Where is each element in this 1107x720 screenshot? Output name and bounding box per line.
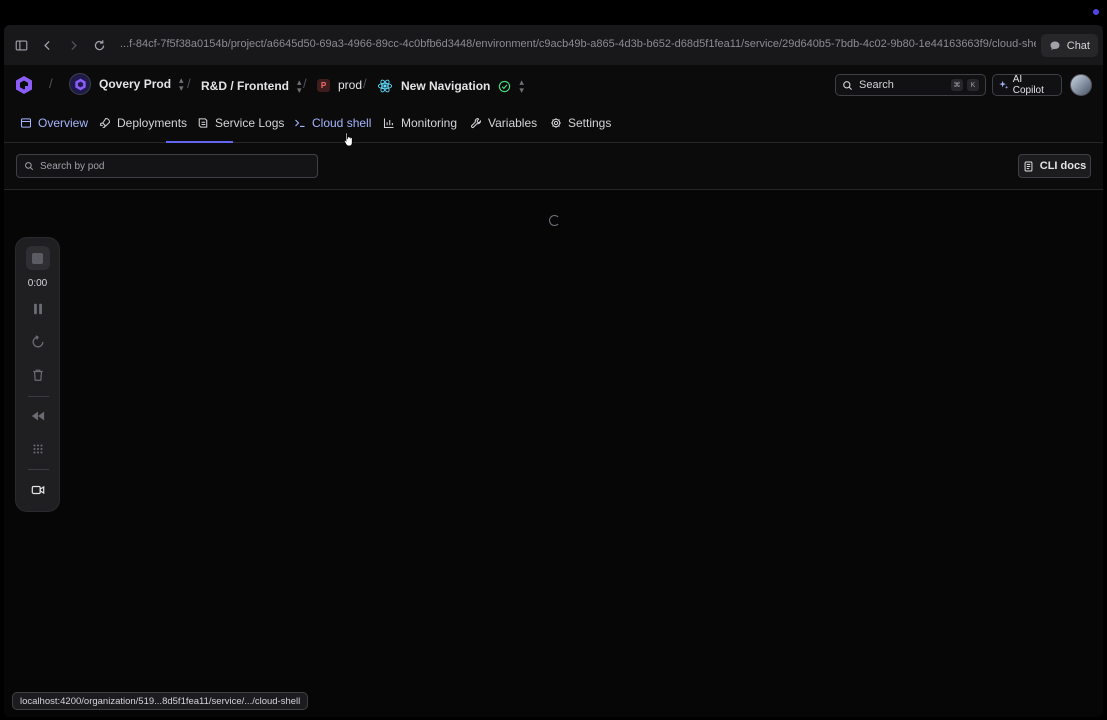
cli-docs-button[interactable]: CLI docs	[1018, 154, 1091, 178]
tab-label: Overview	[38, 116, 89, 130]
cloud-shell-toolbar: CLI docs	[4, 143, 1103, 190]
mouse-cursor-icon	[343, 132, 353, 147]
pause-button[interactable]	[16, 302, 59, 316]
organization-selector[interactable]: Qovery Prod ▴ ▾	[69, 73, 184, 95]
tab-service-logs[interactable]: Service Logs	[197, 116, 284, 130]
terminal-area[interactable]	[4, 190, 1103, 717]
divider	[28, 396, 49, 397]
service-selector[interactable]: New Navigation ▴ ▾	[377, 77, 524, 95]
notification-dot	[1093, 9, 1099, 15]
camera-button[interactable]	[16, 483, 59, 497]
reload-icon[interactable]	[86, 25, 112, 65]
pod-search	[16, 154, 318, 178]
status-url-tooltip: localhost:4200/organization/519...8d5f1f…	[12, 692, 309, 710]
cli-docs-label: CLI docs	[1039, 160, 1087, 172]
stop-recording-button[interactable]	[16, 246, 59, 270]
loading-spinner-icon	[549, 215, 560, 226]
ai-copilot-label: AI Copilot	[1012, 74, 1044, 96]
ai-copilot-button[interactable]: AI Copilot	[992, 74, 1062, 96]
shortcut-key: K	[967, 79, 979, 91]
restart-button[interactable]	[16, 335, 59, 349]
search-icon	[25, 162, 34, 171]
document-icon	[1024, 161, 1033, 171]
status-check-icon	[499, 80, 511, 92]
stop-icon	[25, 246, 50, 270]
delete-button[interactable]	[16, 368, 59, 382]
timer-text: 0:00	[27, 278, 48, 289]
chevron-updown-icon: ▴ ▾	[179, 75, 184, 93]
terminal-icon	[295, 119, 305, 127]
wrench-icon	[471, 117, 482, 128]
forward-icon[interactable]	[60, 25, 86, 65]
sparkle-icon	[999, 80, 1009, 89]
tab-cloud-shell[interactable]: Cloud shell	[294, 116, 371, 130]
chat-label: Chat	[1066, 39, 1090, 52]
breadcrumb-separator: /	[187, 76, 191, 91]
project-name: R&D / Frontend	[201, 79, 289, 93]
browser-toolbar: ...f-84cf-7f5f38a0154b/project/a6645d50-…	[4, 25, 1103, 65]
tab-label: Monitoring	[401, 116, 458, 130]
tab-label: Service Logs	[215, 116, 285, 130]
tab-label: Settings	[568, 116, 612, 130]
chart-icon	[383, 118, 394, 129]
chat-icon	[1050, 41, 1060, 50]
service-tabs: Overview Deployments Service Logs Cloud …	[4, 105, 1103, 143]
sidebar-toggle-icon[interactable]	[8, 25, 34, 65]
rewind-button[interactable]	[16, 409, 59, 423]
organization-name: Qovery Prod	[99, 77, 172, 91]
project-selector[interactable]: R&D / Frontend ▴ ▾	[201, 77, 302, 95]
environment-selector[interactable]: P prod	[317, 78, 362, 92]
browser-window: ...f-84cf-7f5f38a0154b/project/a6645d50-…	[4, 25, 1103, 717]
screen-recorder-panel: 0:00	[15, 237, 60, 512]
pod-search-input[interactable]	[40, 160, 300, 172]
react-icon	[377, 79, 393, 93]
restart-icon	[32, 335, 43, 348]
trash-icon	[32, 369, 43, 381]
recording-timer: 0:00	[16, 278, 59, 289]
organization-avatar-icon	[69, 73, 91, 95]
tab-label: Deployments	[117, 116, 188, 130]
tab-deployments[interactable]: Deployments	[99, 116, 187, 130]
overview-icon	[20, 118, 32, 128]
video-camera-icon	[31, 485, 44, 495]
logs-icon	[198, 118, 208, 128]
tab-settings[interactable]: Settings	[550, 116, 611, 130]
grid-button[interactable]	[16, 442, 59, 456]
rocket-icon	[99, 117, 111, 129]
breadcrumb-separator: /	[49, 76, 53, 91]
breadcrumb-separator: /	[303, 76, 307, 91]
search-label: Search	[859, 79, 894, 91]
breadcrumb-separator: /	[363, 76, 367, 91]
global-search[interactable]: Search ⌘ K	[835, 74, 986, 96]
divider	[28, 469, 49, 470]
address-bar[interactable]: ...f-84cf-7f5f38a0154b/project/a6645d50-…	[120, 38, 1036, 50]
tab-variables[interactable]: Variables	[470, 116, 537, 130]
service-name: New Navigation	[401, 79, 491, 93]
chevron-updown-icon: ▴ ▾	[297, 77, 302, 95]
environment-name: prod	[338, 78, 363, 92]
qovery-logo-icon[interactable]	[14, 75, 34, 95]
app-header: / Qovery Prod ▴ ▾ / R&D / Frontend ▴ ▾ / P…	[4, 65, 1103, 105]
tab-label: Cloud shell	[312, 116, 372, 130]
search-icon	[843, 80, 853, 90]
tab-overview[interactable]: Overview	[20, 116, 88, 130]
back-icon[interactable]	[34, 25, 60, 65]
gear-icon	[551, 118, 561, 128]
chat-button[interactable]: Chat	[1040, 34, 1098, 57]
tab-monitoring[interactable]: Monitoring	[383, 116, 457, 130]
shortcut-key: ⌘	[951, 79, 963, 91]
chevron-updown-icon: ▴ ▾	[519, 77, 524, 95]
environment-badge: P	[317, 78, 330, 92]
rewind-icon	[31, 411, 44, 421]
tab-label: Variables	[488, 116, 538, 130]
grid-dots-icon	[32, 444, 43, 454]
pause-icon	[33, 303, 42, 315]
user-avatar[interactable]	[1070, 74, 1092, 96]
